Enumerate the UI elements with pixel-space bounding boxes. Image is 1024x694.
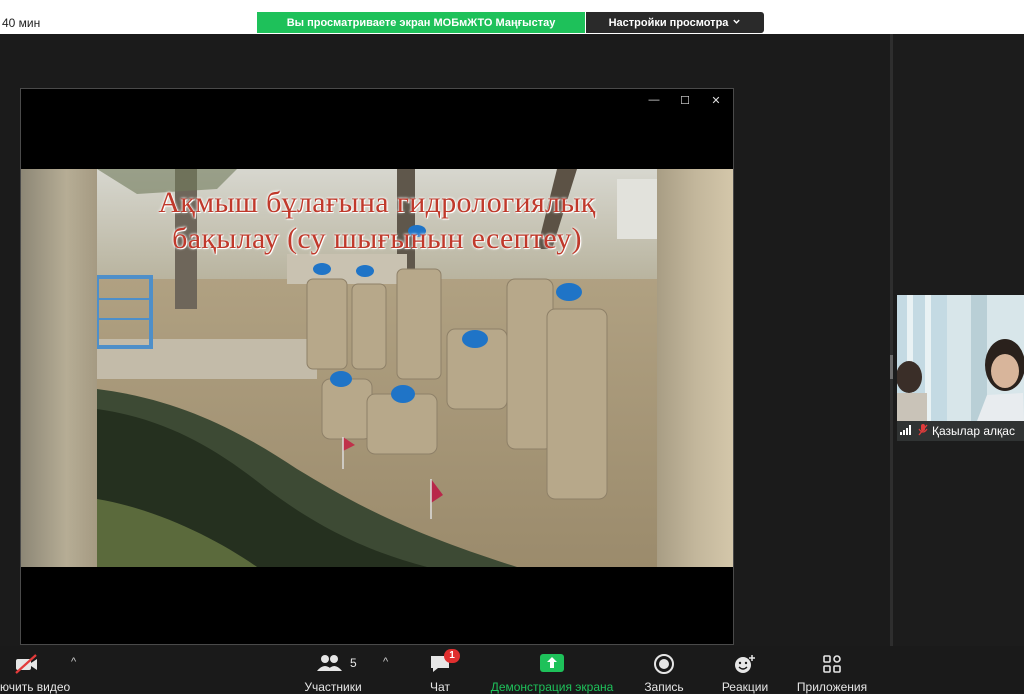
meeting-toolbar: ючить видео ^ 5 Участники ^ 1 Чат Демонс…	[0, 646, 1024, 694]
record-label: Запись	[644, 680, 684, 694]
slide-title-line-1: Ақмыш бұлағына гидрологиялық	[158, 186, 596, 219]
chevron-down-icon	[732, 17, 741, 29]
meeting-timer: 40 мин	[2, 16, 41, 30]
share-screen-label: Демонстрация экрана	[490, 680, 614, 694]
apps-label: Приложения	[796, 680, 868, 694]
record-button[interactable]: Запись	[640, 646, 688, 694]
screen-share-banner: Вы просматриваете экран МОБмЖТО Маңғыста…	[257, 12, 585, 33]
participants-button[interactable]: 5 Участники	[300, 646, 366, 694]
participant-video	[897, 295, 1024, 421]
share-screen-icon	[540, 654, 564, 675]
signal-icon	[900, 424, 914, 438]
participant-name-bar: Қазылар алқас	[897, 421, 1024, 441]
share-screen-button[interactable]: Демонстрация экрана	[486, 646, 618, 694]
slide-title: Ақмыш бұлағына гидрологиялық бақылау (су…	[21, 185, 733, 257]
maximize-icon[interactable]: ☐	[676, 94, 694, 107]
apps-icon	[822, 654, 842, 677]
chat-label: Чат	[430, 680, 450, 694]
reactions-label: Реакции	[721, 680, 769, 694]
participant-video-tile[interactable]: Қазылар алқас	[897, 295, 1024, 441]
minimize-icon[interactable]: —	[645, 94, 663, 106]
participants-options-caret[interactable]: ^	[383, 656, 388, 668]
panel-resize-handle[interactable]	[890, 355, 893, 379]
presentation-slide: Ақмыш бұлағына гидрологиялық бақылау (су…	[21, 169, 733, 567]
participants-count: 5	[350, 656, 357, 670]
video-options-caret[interactable]: ^	[71, 656, 76, 668]
view-options-label: Настройки просмотра	[608, 16, 729, 29]
shared-window: — ☐ ✕ Ақмыш бұлағына гидрологиялық бақыл…	[20, 88, 734, 645]
slide-title-line-2: бақылау (су шығынын есептеу)	[172, 222, 582, 255]
participants-icon	[317, 654, 343, 675]
chat-button[interactable]: 1 Чат	[420, 646, 460, 694]
participant-name: Қазылар алқас	[932, 424, 1015, 438]
video-off-icon	[14, 654, 40, 677]
reactions-icon	[734, 654, 756, 677]
apps-button[interactable]: Приложения	[790, 646, 874, 694]
view-options-button[interactable]: Настройки просмотра	[586, 12, 764, 33]
panel-divider[interactable]	[890, 34, 893, 646]
mic-muted-icon	[918, 423, 928, 439]
stop-video-button[interactable]: ючить видео	[0, 646, 80, 694]
close-icon[interactable]: ✕	[707, 94, 725, 107]
share-banner-text: Вы просматриваете экран МОБмЖТО Маңғыста…	[286, 16, 556, 29]
reactions-button[interactable]: Реакции	[716, 646, 774, 694]
top-bar: 40 мин Вы просматриваете экран МОБмЖТО М…	[0, 0, 1024, 34]
chat-unread-badge: 1	[444, 649, 460, 663]
stop-video-label: ючить видео	[0, 680, 71, 694]
record-icon	[654, 654, 674, 677]
participants-label: Участники	[304, 680, 362, 694]
